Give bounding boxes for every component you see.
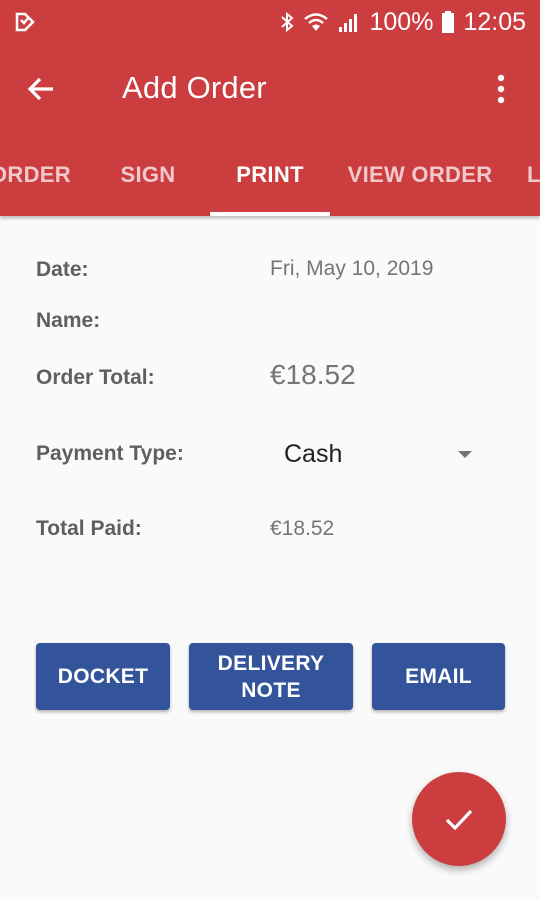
caret-down-icon	[458, 451, 472, 458]
tab-sign[interactable]: SIGN	[95, 134, 201, 216]
payment-type-value: Cash	[284, 440, 343, 468]
bluetooth-icon	[281, 11, 295, 33]
arrow-left-icon	[27, 77, 53, 101]
battery-icon	[442, 11, 455, 33]
order-total-label: Order Total:	[36, 366, 155, 389]
active-tab-indicator	[210, 212, 330, 216]
total-paid-label: Total Paid:	[36, 517, 142, 540]
email-button[interactable]: EMAIL	[372, 643, 505, 710]
payment-type-dropdown[interactable]: Cash	[270, 432, 486, 478]
tab-next-partial[interactable]: L	[527, 134, 540, 216]
more-vertical-icon	[497, 74, 505, 104]
total-paid-value: €18.52	[270, 517, 335, 540]
tab-bar: ORDER SIGN PRINT VIEW ORDER L	[0, 134, 540, 216]
battery-percentage: 100%	[369, 7, 434, 36]
more-options-button[interactable]	[476, 64, 526, 114]
page-title: Add Order	[122, 70, 267, 105]
tab-print[interactable]: PRINT	[210, 134, 330, 216]
clock: 12:05	[463, 7, 526, 36]
wifi-icon	[304, 13, 329, 31]
confirm-fab[interactable]	[412, 772, 506, 866]
toolbar: Add Order	[0, 44, 540, 134]
payment-type-label: Payment Type:	[36, 442, 184, 465]
status-bar: 100% 12:05	[0, 0, 540, 44]
date-label: Date:	[36, 258, 89, 281]
check-icon	[445, 809, 473, 831]
back-button[interactable]	[16, 64, 66, 114]
order-total-value: €18.52	[270, 359, 356, 390]
tab-order[interactable]: ORDER	[0, 134, 80, 216]
date-value: Fri, May 10, 2019	[270, 257, 434, 280]
docket-button[interactable]: DOCKET	[36, 643, 170, 710]
status-icons: 100% 12:05	[279, 6, 526, 38]
signal-icon	[339, 14, 358, 32]
app-notification-icon	[15, 12, 35, 32]
delivery-note-button[interactable]: DELIVERY NOTE	[189, 643, 353, 710]
app-bar: 100% 12:05 Add Order ORDER SIGN PRINT V	[0, 0, 540, 216]
tab-view-order[interactable]: VIEW ORDER	[345, 134, 495, 216]
name-label: Name:	[36, 309, 101, 332]
